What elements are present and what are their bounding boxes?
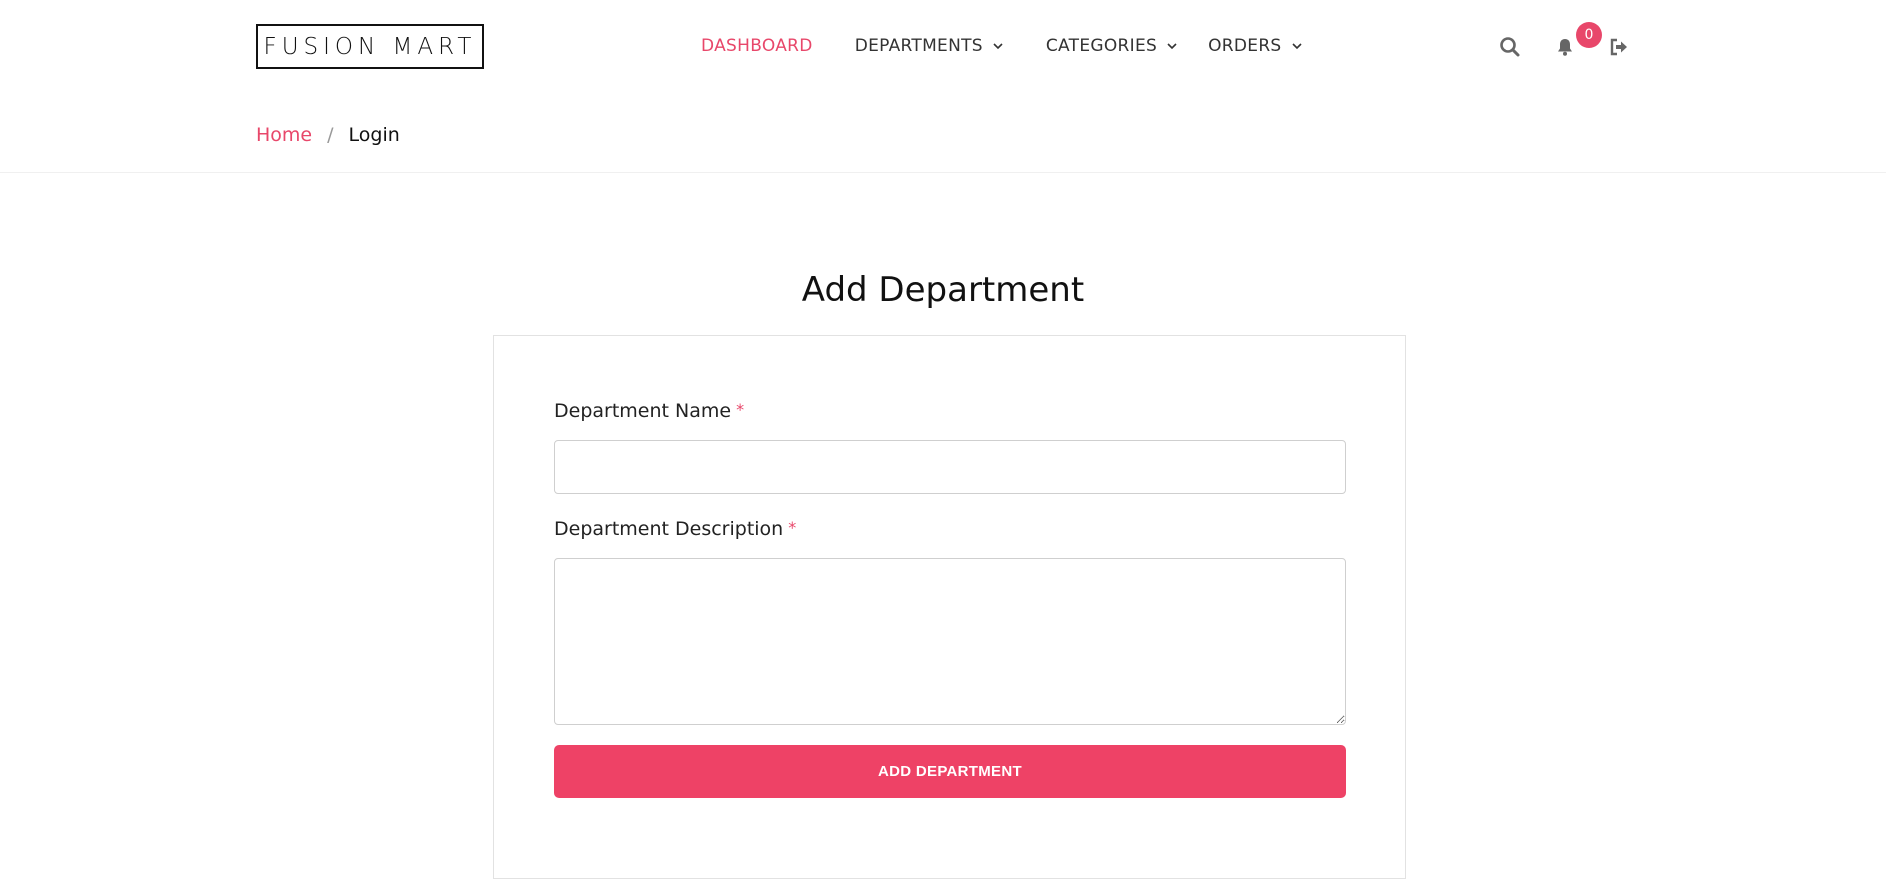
- department-description-label: Department Description *: [554, 518, 796, 540]
- chevron-down-icon: [1167, 43, 1177, 50]
- department-name-input[interactable]: [554, 440, 1346, 494]
- search-button[interactable]: [1497, 34, 1523, 60]
- nav-departments[interactable]: DEPARTMENTS: [855, 36, 1004, 56]
- department-description-textarea[interactable]: [554, 558, 1346, 725]
- chevron-down-icon: [1291, 43, 1302, 50]
- breadcrumb-current: Login: [348, 124, 400, 146]
- search-icon: [1500, 37, 1520, 57]
- department-name-label-text: Department Name: [554, 400, 732, 422]
- required-marker: *: [788, 518, 797, 537]
- nav-orders[interactable]: ORDERS: [1208, 36, 1302, 56]
- breadcrumb-home-link[interactable]: Home: [256, 124, 312, 146]
- notifications-button[interactable]: [1552, 34, 1578, 60]
- site-logo[interactable]: FUSION MART: [256, 24, 484, 69]
- nav-categories[interactable]: CATEGORIES: [1046, 36, 1178, 56]
- nav-categories-label: CATEGORIES: [1045, 36, 1158, 56]
- notification-badge: 0: [1576, 22, 1602, 48]
- nav-orders-label: ORDERS: [1208, 36, 1282, 56]
- logout-button[interactable]: [1606, 34, 1632, 60]
- sign-out-icon: [1610, 38, 1627, 56]
- add-department-button[interactable]: ADD DEPARTMENT: [554, 745, 1346, 798]
- required-marker: *: [736, 400, 745, 419]
- breadcrumb: Home / Login: [256, 121, 400, 149]
- nav-departments-label: DEPARTMENTS: [854, 36, 983, 56]
- nav-dashboard[interactable]: DASHBOARD: [701, 36, 813, 56]
- nav-dashboard-label: DASHBOARD: [701, 36, 813, 56]
- chevron-down-icon: [993, 43, 1003, 50]
- header-divider: [0, 172, 1886, 173]
- main-nav: DASHBOARD DEPARTMENTS CATEGORIES ORDERS: [701, 34, 1337, 58]
- breadcrumb-separator: /: [327, 124, 334, 146]
- add-department-form: Department Name * Department Description *…: [493, 335, 1406, 879]
- department-description-label-text: Department Description: [554, 518, 784, 540]
- department-name-label: Department Name *: [554, 400, 744, 422]
- bell-icon: [1558, 39, 1572, 56]
- page-title: Add Department: [801, 270, 1085, 310]
- site-header: FUSION MART DASHBOARD DEPARTMENTS CATEGO…: [0, 0, 1886, 94]
